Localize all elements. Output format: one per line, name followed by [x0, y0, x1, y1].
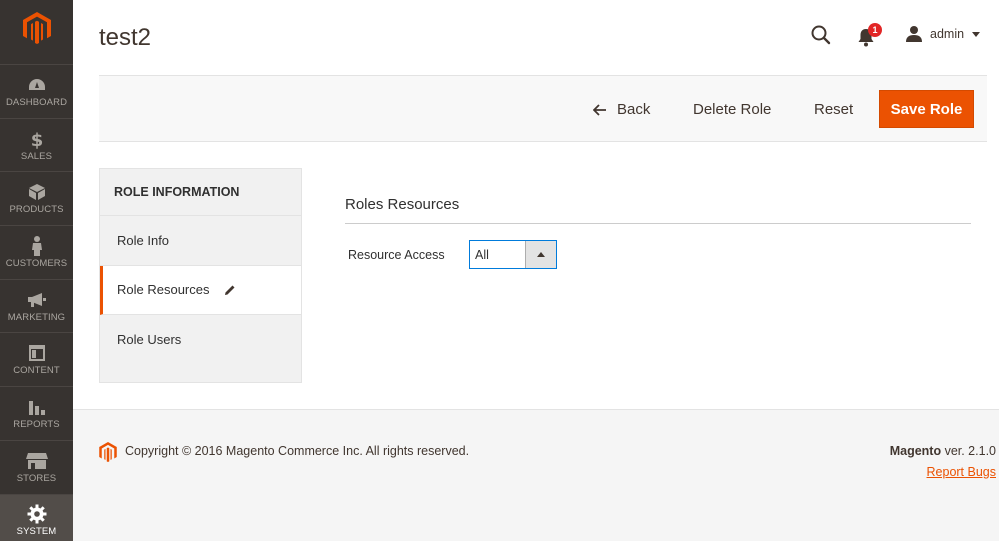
version-text: Magento ver. 2.1.0: [890, 444, 996, 458]
dollar-icon: $: [26, 129, 48, 149]
megaphone-icon: [26, 290, 48, 310]
sidebar-item-content[interactable]: CONTENT: [0, 332, 73, 386]
admin-username: admin: [930, 27, 965, 41]
section-divider: [345, 223, 971, 224]
person-icon: [26, 235, 48, 256]
sidebar-item-label: MARKETING: [7, 311, 66, 323]
sidebar-item-label: STORES: [16, 472, 57, 484]
sidebar-item-products[interactable]: PRODUCTS: [0, 171, 73, 225]
pencil-icon: [224, 284, 236, 296]
back-button[interactable]: Back: [593, 93, 650, 126]
sidebar-item-marketing[interactable]: MARKETING: [0, 278, 73, 333]
sidebar-item-sales[interactable]: $ SALES: [0, 117, 73, 172]
gear-icon: [26, 504, 48, 524]
resource-access-label: Resource Access: [348, 248, 445, 262]
notifications-bell[interactable]: 1: [857, 23, 883, 48]
brand-name: Magento: [889, 444, 942, 458]
sidebar-item-label: DASHBOARD: [5, 96, 68, 108]
admin-sidebar: DASHBOARD $ SALES PRODUCTS CUSTOMERS MAR…: [0, 0, 73, 541]
dashboard-gauge-icon: [26, 75, 48, 95]
version-number: ver. 2.1.0: [941, 444, 996, 458]
page-footer: Copyright © 2016 Magento Commerce Inc. A…: [73, 409, 999, 541]
sidebar-item-label: PRODUCTS: [9, 204, 64, 216]
magento-logo-icon[interactable]: [0, 0, 73, 56]
svg-text:$: $: [30, 130, 43, 149]
magento-logo-icon: [99, 442, 117, 462]
sidebar-item-dashboard[interactable]: DASHBOARD: [0, 64, 73, 118]
search-icon[interactable]: [810, 24, 832, 46]
resource-access-value: All: [475, 247, 489, 262]
reset-button[interactable]: Reset: [814, 93, 853, 126]
tabs-title: ROLE INFORMATION: [100, 169, 301, 216]
sidebar-nav: DASHBOARD $ SALES PRODUCTS CUSTOMERS MAR…: [0, 64, 73, 541]
copyright-text: Copyright © 2016 Magento Commerce Inc. A…: [125, 444, 470, 458]
bar-chart-icon: [26, 397, 48, 417]
storefront-icon: [25, 451, 48, 471]
role-information-tabs: ROLE INFORMATION Role Info Role Resource…: [99, 168, 302, 383]
layout-icon: [26, 343, 48, 363]
sidebar-item-stores[interactable]: STORES: [0, 439, 73, 494]
sidebar-item-label: SALES: [20, 150, 53, 162]
tab-label: Role Users: [117, 332, 182, 348]
page-title: test2: [99, 24, 152, 51]
sidebar-item-customers[interactable]: CUSTOMERS: [0, 225, 73, 279]
sidebar-item-system[interactable]: SYSTEM: [0, 493, 73, 541]
sidebar-item-label: SYSTEM: [16, 526, 57, 538]
tab-role-users[interactable]: Role Users: [100, 315, 301, 365]
arrow-left-icon: [593, 103, 606, 116]
sidebar-item-reports[interactable]: REPORTS: [0, 386, 73, 440]
resource-access-select[interactable]: All: [469, 240, 557, 269]
sidebar-item-label: REPORTS: [13, 418, 60, 430]
save-role-button[interactable]: Save Role: [879, 90, 974, 128]
sidebar-item-label: CONTENT: [13, 365, 60, 377]
back-button-label: Back: [617, 101, 651, 118]
chevron-up-icon[interactable]: [525, 241, 556, 268]
user-icon: [906, 26, 922, 42]
tab-role-resources[interactable]: Role Resources: [100, 265, 301, 315]
tab-role-info[interactable]: Role Info: [100, 216, 301, 266]
sidebar-item-label: CUSTOMERS: [5, 257, 68, 269]
tab-label: Role Resources: [117, 282, 210, 298]
page-actions-toolbar: Back Delete Role Reset Save Role: [99, 75, 987, 142]
report-bugs-link[interactable]: Report Bugs: [927, 465, 996, 479]
admin-user-menu[interactable]: admin: [905, 24, 981, 44]
section-title: Roles Resources: [345, 196, 460, 213]
delete-role-button[interactable]: Delete Role: [693, 93, 771, 126]
notification-count-badge: 1: [868, 23, 882, 37]
tab-label: Role Info: [117, 232, 170, 248]
cube-icon: [26, 182, 48, 202]
chevron-down-icon: [972, 31, 981, 37]
